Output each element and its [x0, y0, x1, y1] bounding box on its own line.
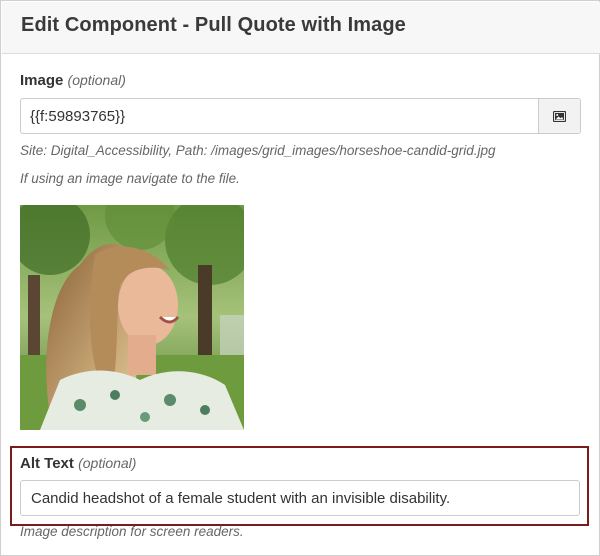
image-optional-text: (optional) [67, 72, 126, 88]
image-site-path: Site: Digital_Accessibility, Path: /imag… [20, 143, 496, 158]
alt-text-help: Image description for screen readers. [20, 524, 244, 539]
image-path-input[interactable] [21, 99, 538, 133]
alt-text-field-label: Alt Text (optional) [20, 455, 136, 472]
browse-image-button[interactable] [538, 99, 580, 133]
image-input-group [20, 98, 581, 134]
image-field-label: Image (optional) [20, 72, 126, 89]
panel-header: Edit Component - Pull Quote with Image [2, 2, 600, 54]
image-icon [553, 110, 566, 122]
image-label-text: Image [20, 72, 64, 89]
alt-label-text: Alt Text [20, 455, 74, 472]
image-hint: If using an image navigate to the file. [20, 171, 240, 186]
image-preview [20, 205, 244, 430]
alt-text-input[interactable] [20, 480, 580, 516]
panel-title: Edit Component - Pull Quote with Image [21, 14, 406, 36]
alt-optional-text: (optional) [78, 455, 137, 471]
